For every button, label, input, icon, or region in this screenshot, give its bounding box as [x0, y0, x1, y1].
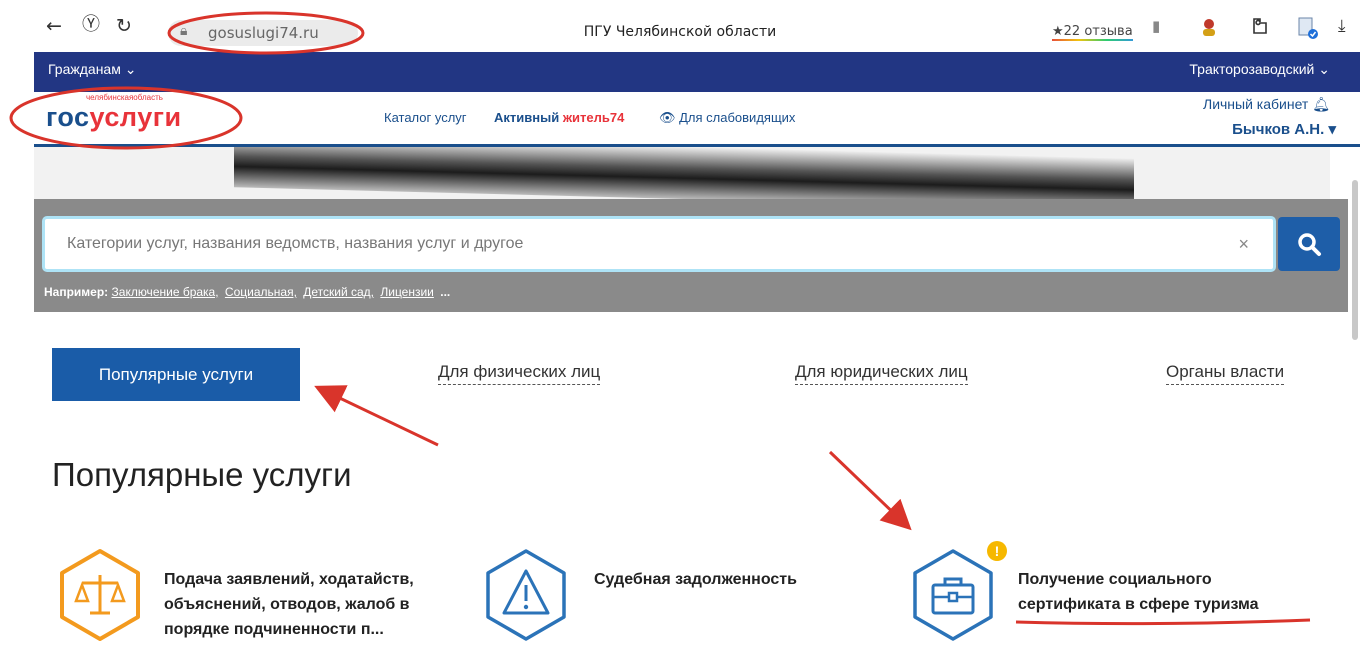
profile-icon[interactable] [1296, 16, 1320, 44]
warning-icon[interactable] [478, 547, 574, 643]
low-vision-link[interactable]: 👁 Для слабовидящих [659, 110, 795, 126]
scrollbar[interactable] [1352, 180, 1358, 340]
district-select[interactable]: Тракторозаводский ⌄ [1189, 61, 1330, 78]
top-nav: Гражданам ⌄ Тракторозаводский ⌄ [34, 52, 1360, 92]
active-resident-b: житель74 [562, 110, 625, 125]
browser-toolbar: ← Ⓨ ↻ 🔒︎ gosuslugi74.ru ПГУ Челябинской … [0, 0, 1360, 52]
service-line: порядке подчиненности п... [164, 621, 384, 638]
user-menu[interactable]: Бычков А.Н. ▾ [1232, 120, 1336, 138]
avatar-icon[interactable] [1198, 16, 1220, 42]
arrow-to-tab [314, 385, 439, 447]
examples-more[interactable]: ... [440, 285, 450, 299]
section-title: Популярные услуги [52, 456, 352, 493]
search-button[interactable] [1278, 217, 1340, 271]
service-line: Подача заявлений, ходатайств, [164, 571, 414, 588]
logo-gos: гос [46, 102, 90, 132]
bookmark-icon[interactable]: ▮ [1152, 16, 1160, 36]
download-icon[interactable]: ⤓ [1338, 16, 1346, 36]
alert-badge: ! [987, 541, 1007, 561]
tab-legal[interactable]: Для юридических лиц [795, 362, 968, 385]
example-link[interactable]: Социальная, [225, 285, 297, 299]
banner-graphic [234, 147, 1134, 199]
service-title-2[interactable]: Судебная задолженность [594, 567, 797, 592]
logo-region: челябинскаяобласть [86, 93, 163, 102]
reviews-link[interactable]: ★22 отзыва [1052, 24, 1133, 41]
search-input[interactable]: Категории услуг, названия ведомств, назв… [42, 216, 1276, 272]
example-link[interactable]: Лицензии [380, 285, 434, 299]
tab-individuals[interactable]: Для физических лиц [438, 362, 601, 385]
personal-cabinet-link[interactable]: Личный кабинет 🔔︎ [1203, 96, 1330, 113]
service-line: объяснений, отводов, жалоб в [164, 596, 410, 613]
service-line: Получение социального [1018, 571, 1212, 588]
citizens-menu[interactable]: Гражданам ⌄ [48, 61, 136, 78]
extension-icon[interactable] [1250, 16, 1270, 40]
site-header: челябинскаяобласть госуслуги Каталог усл… [34, 92, 1360, 147]
underline-service [1015, 618, 1311, 626]
search-icon [1298, 233, 1321, 256]
service-title-3[interactable]: Получение социального сертификата в сфер… [1018, 567, 1259, 617]
banner-image [34, 147, 1330, 199]
search-panel: Категории услуг, названия ведомств, назв… [34, 199, 1348, 312]
service-title-1[interactable]: Подача заявлений, ходатайств, объяснений… [164, 567, 414, 642]
active-resident-link[interactable]: Активный житель74 [494, 110, 624, 125]
tab-authorities[interactable]: Органы власти [1166, 362, 1285, 385]
arrow-to-service [828, 450, 912, 531]
search-examples: Например: Заключение брака, Социальная, … [44, 285, 450, 299]
example-link[interactable]: Заключение брака, [112, 285, 219, 299]
active-resident-a: Активный [494, 110, 563, 125]
tab-popular[interactable]: Популярные услуги [52, 348, 300, 401]
service-line: сертификата в сфере туризма [1018, 596, 1259, 613]
search-placeholder: Категории услуг, названия ведомств, назв… [67, 235, 524, 252]
examples-label: Например: [44, 285, 109, 299]
scales-icon[interactable] [52, 547, 148, 643]
logo[interactable]: госуслуги [46, 102, 182, 133]
example-link[interactable]: Детский сад, [303, 285, 374, 299]
briefcase-icon[interactable] [905, 547, 1001, 643]
clear-icon[interactable]: × [1238, 234, 1249, 255]
catalog-link[interactable]: Каталог услуг [384, 110, 467, 125]
logo-uslugi: услуги [89, 102, 182, 132]
